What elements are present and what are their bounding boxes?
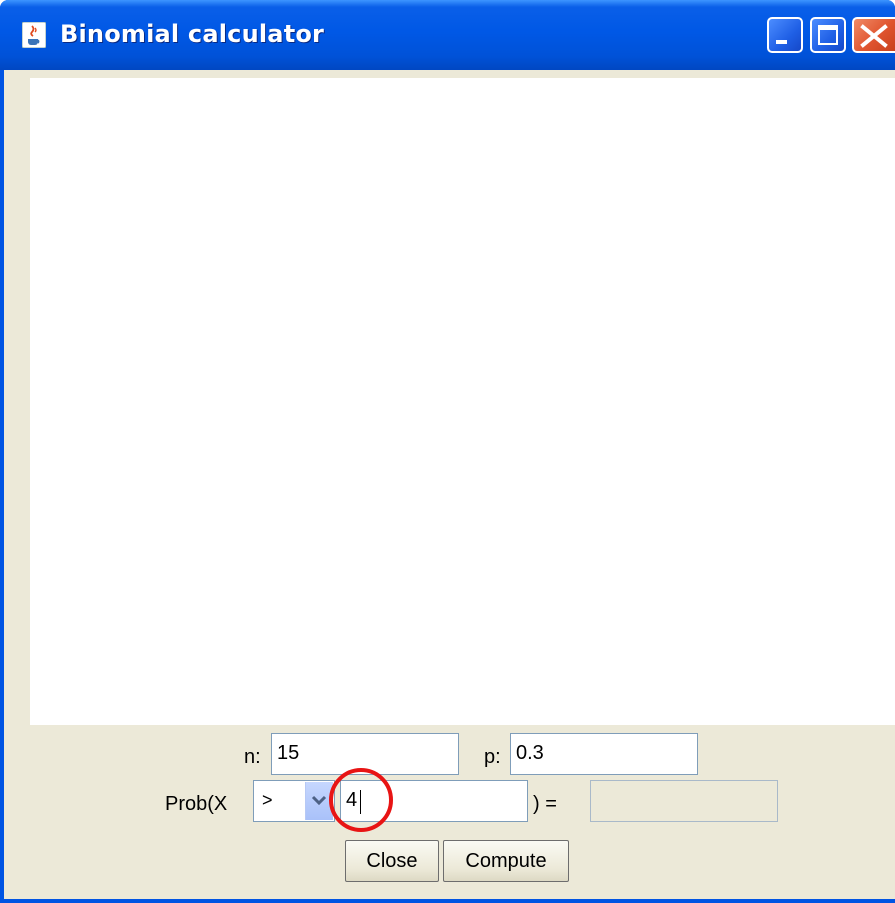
window-title: Binomial calculator (60, 20, 325, 48)
compute-button[interactable]: Compute (443, 840, 569, 882)
annotation-circle (329, 768, 393, 832)
close-window-button[interactable] (852, 17, 895, 53)
relation-selected-value: > (262, 790, 273, 810)
prob-suffix-label: ) = (533, 793, 557, 815)
prob-prefix-label: Prob(X (165, 793, 228, 815)
close-icon (860, 24, 888, 48)
p-label: p: (484, 746, 501, 768)
maximize-button[interactable] (810, 17, 846, 53)
maximize-icon (818, 25, 838, 45)
relation-select[interactable]: > (253, 780, 335, 822)
p-input[interactable]: 0.3 (510, 733, 698, 775)
result-field (590, 780, 778, 822)
minimize-button[interactable] (767, 17, 803, 53)
app-window: Binomial calculator n: 15 p: 0.3 Prob(X … (0, 0, 895, 903)
title-bar[interactable]: Binomial calculator (0, 0, 895, 70)
n-label: n: (244, 746, 261, 768)
java-app-icon[interactable] (21, 21, 47, 49)
plot-canvas (30, 78, 895, 725)
minimize-icon (776, 40, 787, 44)
close-button[interactable]: Close (345, 840, 439, 882)
